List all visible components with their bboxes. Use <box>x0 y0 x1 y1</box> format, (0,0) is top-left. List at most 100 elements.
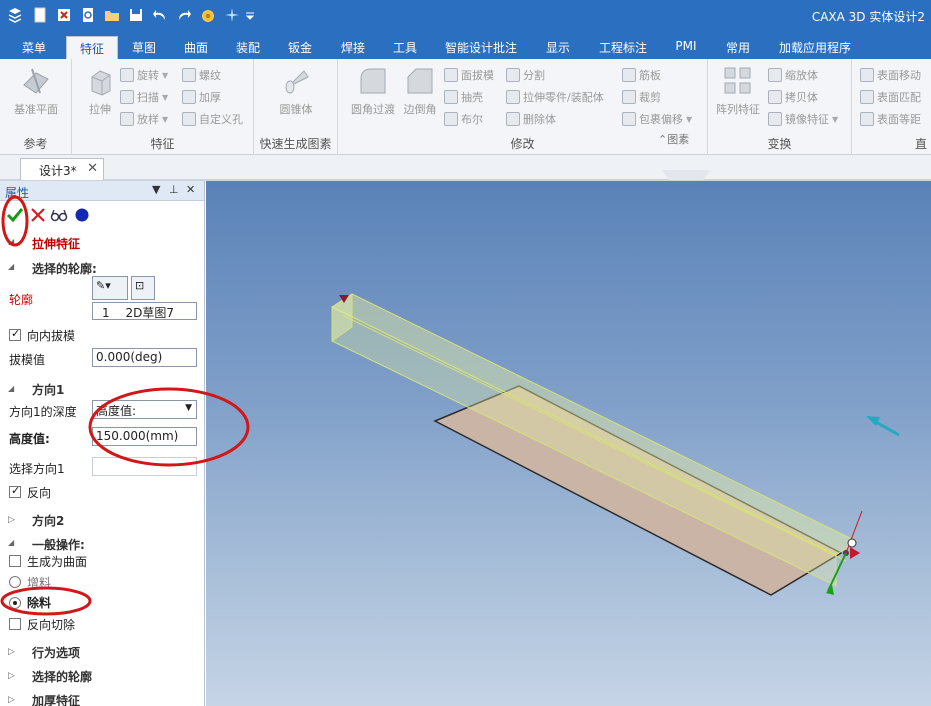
extrude-top-face[interactable] <box>330 293 857 556</box>
close-tab-icon[interactable]: ✕ <box>87 161 98 176</box>
tab-sheetmetal[interactable]: 钣金 <box>280 36 320 59</box>
save-icon[interactable] <box>127 6 145 24</box>
smart-icon[interactable] <box>199 6 217 24</box>
behavior-section[interactable]: 行为选项 <box>32 644 80 661</box>
tab-tools[interactable]: 工具 <box>385 36 425 59</box>
stretch-part-button[interactable]: 拉伸零件/装配体 <box>506 87 604 107</box>
collapse-triangle-icon[interactable]: ◢ <box>8 384 14 393</box>
help-dot-icon[interactable] <box>73 206 91 224</box>
expand-triangle-icon[interactable]: ▷ <box>8 515 15 525</box>
tab-pmi[interactable]: PMI <box>668 36 704 59</box>
tab-feature[interactable]: 特征 <box>66 36 118 59</box>
tab-smart-annotation[interactable]: 智能设计批注 <box>440 36 522 59</box>
split-button[interactable]: 分割 <box>506 65 545 85</box>
generate-surface-checkbox[interactable] <box>9 555 21 567</box>
collapse-triangle-icon[interactable]: ◢ <box>8 538 14 547</box>
mirror-feature-button[interactable]: 镜像特征 ▼ <box>768 109 838 129</box>
pin-icon[interactable]: ⊥ <box>169 183 179 196</box>
document-tab[interactable]: 设计3* ✕ <box>20 158 104 180</box>
reverse-cut-checkbox[interactable] <box>9 618 21 630</box>
transform-group-label: 变换 <box>767 137 792 151</box>
height-value-input[interactable]: 150.000(mm) <box>92 427 197 446</box>
window-title: CAXA 3D 实体设计2 <box>811 10 925 24</box>
redo-icon[interactable] <box>175 6 193 24</box>
select-direction1-input[interactable] <box>92 457 197 476</box>
tab-assembly[interactable]: 装配 <box>228 36 268 59</box>
chamfer-button[interactable]: 边倒角 <box>400 65 440 117</box>
profile-sketch-dropdown[interactable]: ✎▾ <box>92 276 128 300</box>
direction-arrow-icon[interactable] <box>873 419 900 437</box>
base-plane-button[interactable]: 基准平面 <box>8 65 64 117</box>
wrap-offset-button[interactable]: 包裹偏移 ▼ <box>622 109 692 129</box>
drag-handle-icon[interactable] <box>850 547 860 559</box>
lock-icon[interactable] <box>847 538 857 548</box>
close-file-icon[interactable] <box>55 6 73 24</box>
fillet-button[interactable]: 圆角过渡 <box>342 65 404 117</box>
scale-body-button[interactable]: 缩放体 <box>768 65 818 85</box>
sweep-button[interactable]: 扫描 ▼ <box>120 87 168 107</box>
shell-button[interactable]: 抽壳 <box>444 87 483 107</box>
revolve-button[interactable]: 旋转 ▼ <box>120 65 168 85</box>
collapse-triangle-icon[interactable]: ◢ <box>8 262 14 271</box>
extrude-side-face[interactable] <box>331 306 837 587</box>
collapse-triangle-icon[interactable]: ◢ <box>8 237 14 246</box>
undo-icon[interactable] <box>151 6 169 24</box>
modify-group-label: 修改 <box>510 137 535 151</box>
thicken-button[interactable]: 加厚 <box>182 87 221 107</box>
general-section[interactable]: 一般操作: <box>32 536 85 553</box>
custom-hole-button[interactable]: 自定义孔 <box>182 109 243 129</box>
helix-button[interactable]: 螺纹 <box>182 65 221 85</box>
move-face-button[interactable]: 表面移动 <box>860 65 921 85</box>
draft-value-input[interactable]: 0.000(deg) <box>92 348 197 367</box>
cancel-icon[interactable] <box>29 206 47 224</box>
open-file-icon[interactable] <box>103 6 121 24</box>
expand-triangle-icon[interactable]: ▷ <box>8 671 15 681</box>
close-panel-icon[interactable]: ✕ <box>186 183 195 196</box>
tab-display[interactable]: 显示 <box>538 36 578 59</box>
add-material-radio[interactable] <box>9 576 21 588</box>
print-preview-icon[interactable] <box>79 6 97 24</box>
tab-menu[interactable]: 菜单 <box>10 36 58 59</box>
expand-triangle-icon[interactable]: ▷ <box>8 647 15 657</box>
customize-dropdown-icon[interactable] <box>244 6 256 24</box>
rib-button[interactable]: 筋板 <box>622 65 661 85</box>
ribbon-group-modify: 圆角过渡 边倒角 面拔模 抽壳 布尔 分割 拉伸零件/装配体 删除体 筋板 裁剪… <box>338 59 708 155</box>
remove-material-radio[interactable] <box>9 597 21 609</box>
ribbon-overflow-notch[interactable] <box>662 170 710 180</box>
preview-glasses-icon[interactable] <box>50 206 68 224</box>
profile-pick-button[interactable]: ⊡ <box>131 276 155 300</box>
thicken-section[interactable]: 加厚特征 <box>32 692 80 706</box>
cone-button[interactable]: 圆锥体 <box>268 65 324 117</box>
delete-body-button[interactable]: 删除体 <box>506 109 556 129</box>
trim-button[interactable]: 裁剪 <box>622 87 661 107</box>
loft-button[interactable]: 放样 ▼ <box>120 109 168 129</box>
tab-load-apps[interactable]: 加载应用程序 <box>770 36 860 59</box>
expand-triangle-icon[interactable]: ▷ <box>8 695 15 705</box>
tab-surface[interactable]: 曲面 <box>176 36 216 59</box>
face-draft-button[interactable]: 面拔模 <box>444 65 494 85</box>
panel-dropdown-icon[interactable]: ▼ <box>152 183 160 196</box>
tab-weld[interactable]: 焊接 <box>333 36 373 59</box>
copy-body-button[interactable]: 拷贝体 <box>768 87 818 107</box>
3d-viewport[interactable] <box>206 181 931 706</box>
direction1-section[interactable]: 方向1 <box>32 381 64 398</box>
equal-face-button[interactable]: 表面等距 <box>860 109 921 129</box>
reverse-checkbox[interactable] <box>9 484 21 498</box>
boolean-button[interactable]: 布尔 <box>444 109 483 129</box>
tab-sketch[interactable]: 草图 <box>124 36 164 59</box>
array-feature-button[interactable]: 阵列特征 <box>710 65 766 117</box>
tab-dimension[interactable]: 工程标注 <box>594 36 652 59</box>
confirm-check-icon[interactable] <box>6 206 24 224</box>
match-face-button[interactable]: 表面匹配 <box>860 87 921 107</box>
app-menu-icon[interactable] <box>6 6 24 24</box>
new-file-icon[interactable] <box>31 6 49 24</box>
direction1-depth-select[interactable]: 高度值: ▼ <box>92 400 197 419</box>
selected-profile-section[interactable]: 选择的轮廓 <box>32 668 92 685</box>
tab-common[interactable]: 常用 <box>718 36 758 59</box>
select-profile-section[interactable]: 选择的轮廓: <box>32 260 97 277</box>
direction2-section[interactable]: 方向2 <box>32 512 64 529</box>
draft-inward-checkbox[interactable] <box>9 327 21 341</box>
profile-label: 轮廓 <box>9 293 34 307</box>
profile-list-item[interactable]: 1 2D草图7 <box>92 302 197 320</box>
sparkle-icon[interactable] <box>223 6 241 24</box>
